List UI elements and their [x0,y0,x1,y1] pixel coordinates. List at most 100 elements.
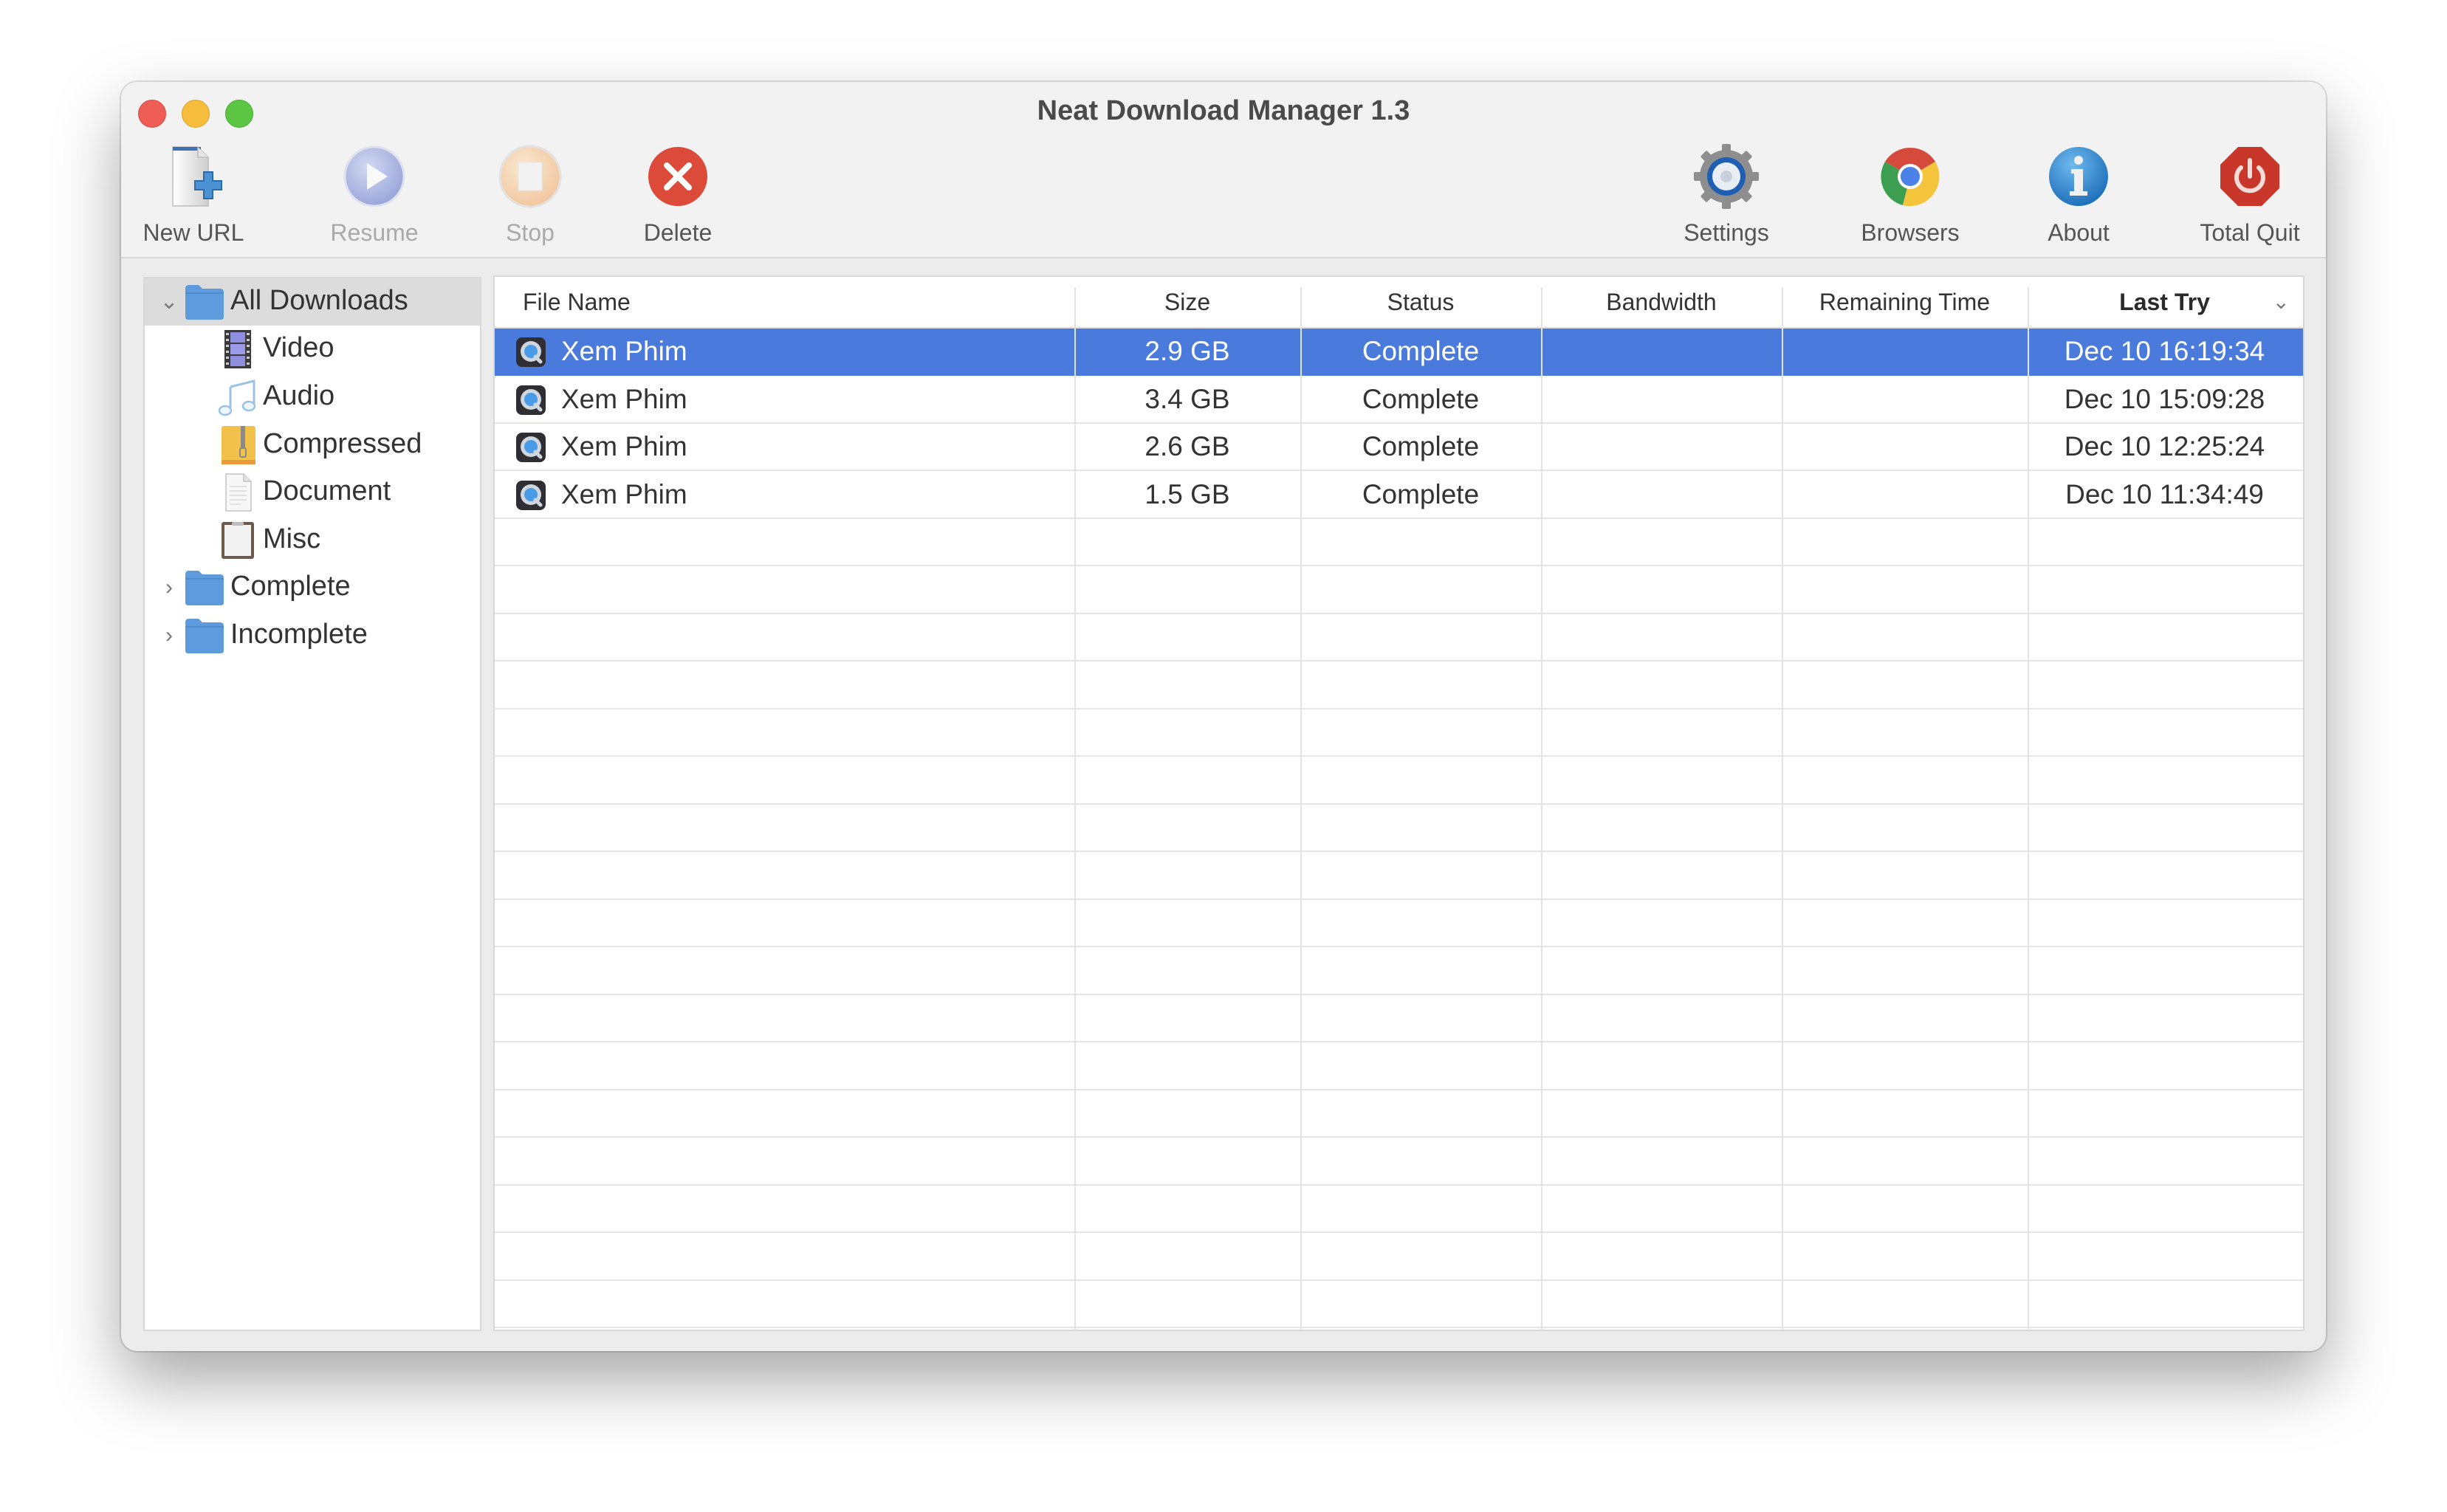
new-url-label: New URL [143,219,244,246]
chevron-right-icon[interactable]: › [158,622,180,649]
chevron-down-icon[interactable]: ⌄ [158,289,180,315]
sidebar-item-video[interactable]: Video [145,326,480,373]
cell-status: Complete [1300,377,1541,422]
column-divider[interactable] [2028,287,2029,1330]
sidebar-item-incomplete[interactable]: › Incomplete [145,612,480,659]
cell-last-try: Dec 10 11:34:49 [2028,472,2302,518]
cell-text: 3.4 GB [1144,383,1230,414]
empty-row [495,567,2303,614]
settings-label: Settings [1684,219,1769,246]
play-icon [343,145,405,207]
sidebar-item-compressed[interactable]: Compressed [145,422,480,469]
sidebar-item-misc[interactable]: Misc [145,517,480,564]
column-header-file-name[interactable]: File Name [495,277,1074,327]
cell-remaining-time [1782,424,2028,470]
cell-size: 2.6 GB [1074,424,1300,470]
cell-status: Complete [1300,472,1541,518]
column-header-size[interactable]: Size [1074,277,1300,327]
sidebar-item-label: Video [263,332,334,363]
empty-row [495,1281,2303,1328]
sidebar-item-complete[interactable]: › Complete [145,564,480,611]
empty-row [495,948,2303,995]
delete-button[interactable]: Delete [615,138,741,249]
cell-file-name: Xem Phim [495,329,1074,374]
sidebar-item-label: Audio [263,380,335,411]
cell-remaining-time [1782,472,2028,518]
column-header-bandwidth[interactable]: Bandwidth [1541,277,1782,327]
chrome-icon [1881,148,1940,207]
total-quit-button[interactable]: Total Quit [2187,138,2313,249]
sidebar-item-label: Incomplete [230,619,368,650]
cell-file-name: Xem Phim [495,472,1074,518]
power-icon [2220,147,2279,206]
settings-button[interactable]: Settings [1664,138,1789,249]
music-note-icon [218,379,256,416]
about-button[interactable]: About [2016,138,2141,249]
cell-text: Dec 10 16:19:34 [2064,336,2265,366]
quicktime-file-icon [516,433,546,462]
delete-label: Delete [643,219,713,246]
cell-text: Xem Phim [561,383,687,414]
cell-bandwidth [1541,329,1782,374]
cell-size: 3.4 GB [1074,377,1300,422]
table-header: File Name Size Status Bandwidth Remainin… [495,277,2303,329]
empty-row [495,662,2303,709]
column-header-label: Last Try [2119,289,2210,315]
empty-row [495,709,2303,757]
column-divider[interactable] [1300,287,1302,1330]
film-icon [224,330,251,368]
cell-last-try: Dec 10 12:25:24 [2028,424,2302,470]
sidebar-item-all-downloads[interactable]: ⌄ All Downloads [145,278,480,326]
sidebar-item-label: Misc [263,523,321,554]
table-row[interactable]: Xem Phim 2.6 GB Complete Dec 10 12:25:24 [495,424,2303,471]
empty-row [495,995,2303,1042]
table-row[interactable]: Xem Phim 1.5 GB Complete Dec 10 11:34:49 [495,472,2303,519]
sidebar-item-document[interactable]: Document [145,469,480,516]
empty-row [495,1043,2303,1090]
cell-text: Xem Phim [561,431,687,461]
sidebar-item-audio[interactable]: Audio [145,374,480,421]
cell-text: 1.5 GB [1144,478,1230,509]
archive-icon [222,426,255,464]
empty-row [495,614,2303,662]
chevron-right-icon[interactable]: › [158,574,180,601]
column-divider[interactable] [1541,287,1542,1330]
resume-button[interactable]: Resume [312,138,437,249]
empty-row [495,757,2303,805]
cell-remaining-time [1782,377,2028,422]
cell-remaining-time [1782,329,2028,374]
cell-text: Dec 10 15:09:28 [2064,383,2265,414]
table-row[interactable]: Xem Phim 2.9 GB Complete Dec 10 16:19:34 [495,329,2303,376]
resume-label: Resume [330,219,419,246]
cell-text: Complete [1362,431,1480,461]
cell-text: Dec 10 11:34:49 [2065,478,2264,509]
cell-text: 2.6 GB [1144,431,1230,461]
cell-status: Complete [1300,329,1541,374]
browsers-button[interactable]: Browsers [1847,138,1973,249]
quicktime-file-icon [516,337,546,367]
gear-icon [1694,144,1759,209]
sort-descending-icon: ⌄ [2272,290,2290,313]
empty-row [495,805,2303,852]
stop-button[interactable]: Stop [467,138,593,249]
table-row[interactable]: Xem Phim 3.4 GB Complete Dec 10 15:09:28 [495,377,2303,424]
cell-text: 2.9 GB [1144,336,1230,366]
column-header-last-try[interactable]: Last Try ⌄ [2028,277,2302,327]
cell-text: Complete [1362,383,1480,414]
column-header-remaining-time[interactable]: Remaining Time [1782,277,2028,327]
downloads-table: Xem Phim 2.9 GB Complete Dec 10 16:19:34 Xem… [493,275,2304,1331]
empty-row [495,900,2303,947]
column-divider[interactable] [1074,287,1076,1330]
column-header-status[interactable]: Status [1300,277,1541,327]
about-label: About [2048,219,2110,246]
cell-text: Complete [1362,336,1480,366]
cell-file-name: Xem Phim [495,377,1074,422]
sidebar: ⌄ All Downloads Video Audio Compressed D… [143,277,481,1331]
new-url-button[interactable]: New URL [131,138,256,249]
column-divider[interactable] [1782,287,1783,1330]
cell-bandwidth [1541,472,1782,518]
total-quit-label: Total Quit [2200,219,2300,246]
cell-text: Xem Phim [561,336,687,366]
delete-icon [648,147,707,206]
stop-icon [498,145,562,208]
